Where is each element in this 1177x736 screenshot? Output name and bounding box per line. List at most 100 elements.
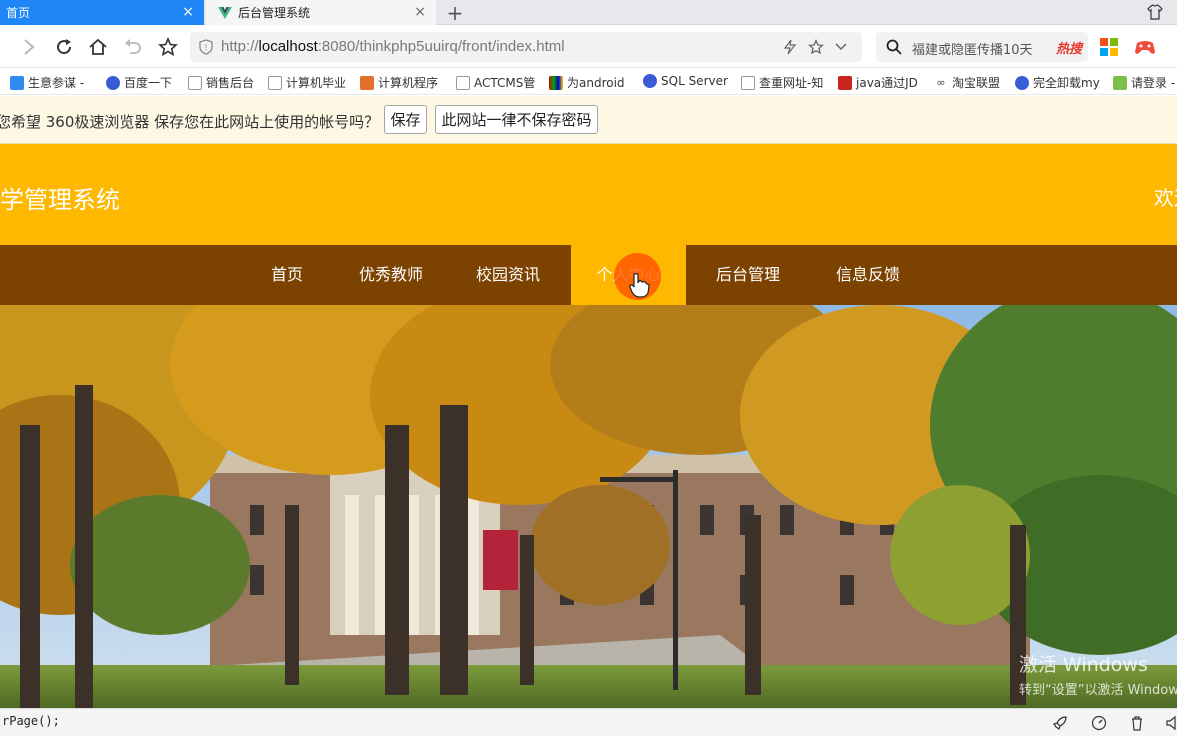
apps-icon[interactable] <box>1100 38 1118 56</box>
bookmark-star-button[interactable] <box>157 36 179 58</box>
nav-teachers[interactable]: 优秀教师 <box>343 245 439 305</box>
paw-icon <box>1015 75 1029 90</box>
page-icon <box>456 75 470 90</box>
home-icon <box>89 38 107 55</box>
bookmark-item[interactable]: ∞ 淘宝联盟 <box>934 74 1000 91</box>
status-text: rPage(); <box>2 714 60 728</box>
forward-button[interactable] <box>18 36 40 58</box>
nav-feedback[interactable]: 信息反馈 <box>820 245 916 305</box>
bookmark-item[interactable]: 计算机毕业 <box>268 74 346 91</box>
bookmark-item[interactable]: 销售后台 <box>188 74 254 91</box>
bookmark-label: 为android <box>567 76 625 90</box>
close-icon[interactable]: × <box>414 4 426 20</box>
bookmark-favicon-icon <box>360 75 374 90</box>
activate-subtitle: 转到“设置”以激活 Windows。 <box>1019 683 1177 698</box>
bookmark-favicon-icon <box>838 75 852 90</box>
bookmark-item[interactable]: 为android <box>549 74 625 91</box>
tab-title: 首页 <box>6 6 31 20</box>
bookmark-label: ACTCMS管 <box>474 76 536 90</box>
browser-toolbar: ! http://localhost:8080/thinkphp5uuirq/f… <box>0 26 1177 68</box>
nav-news[interactable]: 校园资讯 <box>460 245 556 305</box>
reload-icon <box>57 39 72 55</box>
reload-button[interactable] <box>53 36 75 58</box>
tab-title: 后台管理系统 <box>238 6 311 20</box>
bookmark-label: 生意参谋 - <box>28 76 85 90</box>
bookmark-favicon-icon <box>10 75 24 90</box>
site-nav: 首页 优秀教师 校园资讯 个人中心 后台管理 信息反馈 <box>0 245 1177 305</box>
never-save-password-button[interactable]: 此网站一律不保存密码 <box>435 105 598 134</box>
status-bar: rPage(); <box>0 708 1177 736</box>
nav-admin[interactable]: 后台管理 <box>700 245 796 305</box>
bookmark-item[interactable]: 计算机程序 <box>360 74 438 91</box>
search-box[interactable]: 福建或隐匿传播10天 热搜 <box>876 32 1088 62</box>
home-button[interactable] <box>87 36 109 58</box>
url-text: http://localhost:8080/thinkphp5uuirq/fro… <box>221 38 565 55</box>
speaker-icon[interactable] <box>1166 715 1177 731</box>
windows-activation-watermark: 激活 Windows 转到“设置”以激活 Windows。 <box>1019 650 1177 698</box>
save-password-prompt: 您希望 360极速浏览器 保存您在此网站上使用的帐号吗？ <box>0 113 380 131</box>
paw-icon <box>106 75 120 90</box>
welcome-text: 欢迎 <box>1154 186 1177 210</box>
bookmark-item[interactable]: SQL Server <box>643 74 728 88</box>
shield-icon: ! <box>199 39 213 55</box>
url-path: :8080/thinkphp5uuirq/front/index.html <box>317 38 565 55</box>
bookmark-item[interactable]: 百度一下 <box>106 74 172 91</box>
bookmark-label: java通过JD <box>856 76 918 90</box>
bookmark-label: 请登录 - <box>1131 76 1176 90</box>
lightning-icon[interactable] <box>782 39 798 55</box>
bookmark-label: 查重网址-知 <box>759 76 824 90</box>
bookmark-item[interactable]: ACTCMS管 <box>456 74 535 91</box>
bookmark-favicon-icon <box>549 75 563 90</box>
bookmark-item[interactable]: java通过JD <box>838 74 918 91</box>
page-icon <box>188 75 202 90</box>
svg-text:!: ! <box>204 43 207 52</box>
rocket-icon[interactable] <box>1052 715 1068 731</box>
star-icon <box>158 37 178 57</box>
banner-image <box>0 305 1177 708</box>
favorite-star-icon[interactable] <box>808 39 824 55</box>
nav-home[interactable]: 首页 <box>254 245 320 305</box>
bookmark-item[interactable]: 完全卸载my <box>1015 74 1100 91</box>
undo-icon <box>125 39 141 54</box>
bookmark-label: 计算机毕业 <box>286 76 347 90</box>
page-icon <box>741 75 755 90</box>
bookmark-label: SQL Server <box>661 74 728 88</box>
bookmark-item[interactable]: 生意参谋 - <box>10 74 84 91</box>
bookmark-favicon-icon <box>1113 75 1127 90</box>
skin-icon[interactable] <box>1147 4 1163 20</box>
close-icon[interactable]: × <box>182 4 194 20</box>
paw-icon <box>643 74 657 88</box>
campus-photo <box>0 305 1177 708</box>
bookmark-label: 淘宝联盟 <box>952 76 1001 90</box>
tab-home[interactable]: 首页 × <box>0 0 204 25</box>
bookmark-item[interactable]: 查重网址-知 <box>741 74 823 91</box>
page-icon <box>268 75 282 90</box>
bookmark-label: 销售后台 <box>206 76 255 90</box>
bookmarks-bar: 生意参谋 - 百度一下 销售后台 计算机毕业 计算机程序 ACTCMS管 为an… <box>0 69 1177 95</box>
hot-search-badge[interactable]: 热搜 <box>1056 38 1082 57</box>
url-host: localhost <box>258 38 318 55</box>
save-password-button[interactable]: 保存 <box>384 105 427 134</box>
bookmark-label: 百度一下 <box>124 76 173 90</box>
new-tab-button[interactable]: + <box>445 1 465 25</box>
bookmark-label: 完全卸载my <box>1033 76 1100 90</box>
speed-icon[interactable] <box>1091 715 1107 731</box>
undo-close-button[interactable] <box>122 36 144 58</box>
search-input[interactable]: 福建或隐匿传播10天 <box>912 39 1032 58</box>
trash-icon[interactable] <box>1129 715 1145 731</box>
bookmark-item[interactable]: 请登录 - <box>1113 74 1175 91</box>
hand-cursor-icon <box>629 273 650 298</box>
url-scheme: http:// <box>221 38 259 55</box>
chevron-down-icon[interactable] <box>834 39 848 55</box>
vue-logo-icon <box>218 6 232 19</box>
site-header: 学管理系统 欢迎 <box>0 144 1177 245</box>
address-bar[interactable]: ! http://localhost:8080/thinkphp5uuirq/f… <box>190 32 862 62</box>
link-icon: ∞ <box>934 75 948 90</box>
chevron-right-icon <box>24 39 35 55</box>
site-title: 学管理系统 <box>0 186 120 214</box>
game-icon[interactable] <box>1134 37 1156 57</box>
tab-admin[interactable]: 后台管理系统 × <box>206 0 436 25</box>
browser-tab-strip: 首页 × 后台管理系统 × + <box>0 0 1177 25</box>
activate-title: 激活 Windows <box>1019 654 1148 676</box>
bookmark-label: 计算机程序 <box>378 76 439 90</box>
